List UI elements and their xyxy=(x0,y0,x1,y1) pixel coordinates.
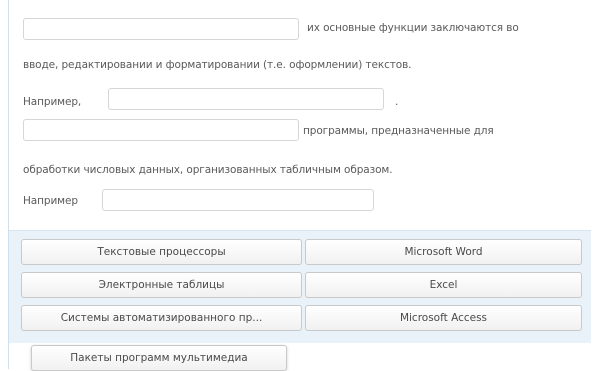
answer-blank-4[interactable] xyxy=(102,189,374,211)
text-line-4-suffix: программы, предназначенные для xyxy=(303,125,494,137)
option-spreadsheets[interactable]: Электронные таблицы xyxy=(21,272,302,298)
text-line-2: вводе, редактировании и форматировании (… xyxy=(23,59,412,71)
option-microsoft-word[interactable]: Microsoft Word xyxy=(305,239,582,265)
text-line-3-prefix: Например, xyxy=(23,96,82,108)
option-excel[interactable]: Excel xyxy=(305,272,582,298)
quiz-frame: их основные функции заключаются во вводе… xyxy=(8,0,591,371)
text-line-6-prefix: Например xyxy=(23,195,78,207)
option-automated-systems[interactable]: Системы автоматизированного пр... xyxy=(21,305,302,331)
text-line-1-suffix: их основные функции заключаются во xyxy=(307,22,519,34)
text-line-3-suffix: . xyxy=(395,96,399,108)
answer-blank-1[interactable] xyxy=(23,18,299,40)
option-text-processors[interactable]: Текстовые процессоры xyxy=(21,239,302,265)
answer-options-panel: Текстовые процессоры Microsoft Word Элек… xyxy=(9,231,591,343)
text-line-5: обработки числовых данных, организованны… xyxy=(23,164,393,176)
option-multimedia-packages[interactable]: Пакеты программ мультимедиа xyxy=(31,345,287,371)
fill-in-text-area: их основные функции заключаются во вводе… xyxy=(9,0,591,230)
answer-blank-2[interactable] xyxy=(108,88,384,110)
option-microsoft-access[interactable]: Microsoft Access xyxy=(305,305,582,331)
answer-blank-3[interactable] xyxy=(23,119,299,141)
